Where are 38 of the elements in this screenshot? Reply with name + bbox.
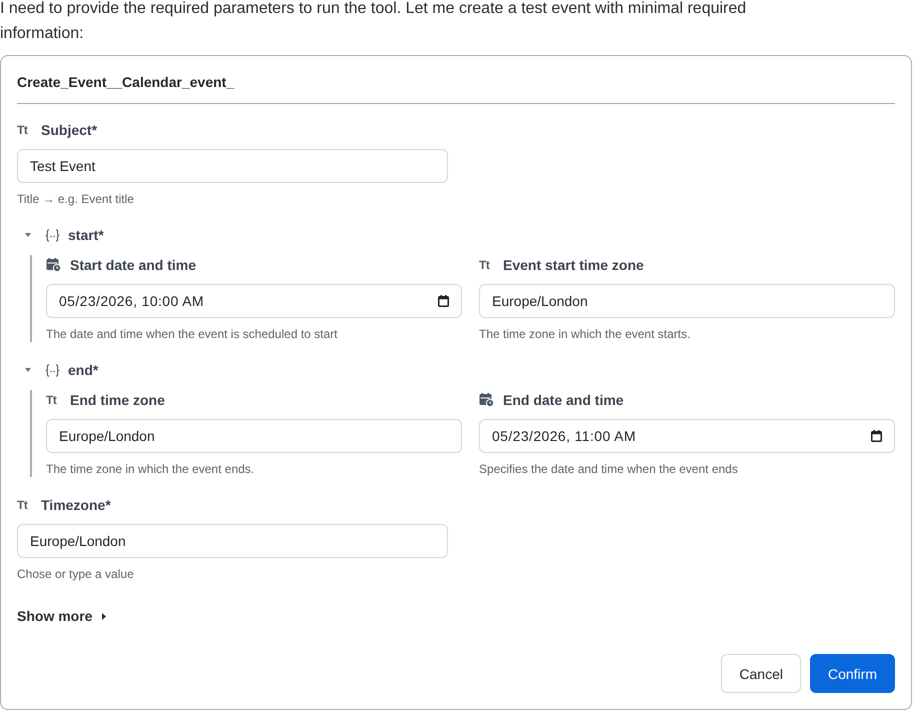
datetime-input[interactable]: 05/23/2026, 10:00 AM [46, 284, 462, 318]
field-label: Timezone* [41, 496, 111, 515]
text-input[interactable]: Europe/London [17, 524, 448, 558]
text-input[interactable]: Europe/London [479, 284, 895, 318]
caret-down-icon[interactable] [25, 368, 31, 372]
text-type-icon: Tt [479, 258, 494, 272]
field-label: Subject* [41, 121, 98, 140]
caret-right-icon[interactable] [102, 612, 106, 620]
field-label: End date and time [503, 391, 624, 410]
confirm-button[interactable]: Confirm [810, 654, 895, 693]
braces-icon [45, 364, 60, 376]
datetime-input[interactable]: 05/23/2026, 11:00 AM [479, 419, 895, 453]
text-type-icon: Tt [17, 498, 32, 512]
show-more-button[interactable]: Show more [17, 606, 92, 626]
field-label: Start date and time [70, 256, 196, 275]
cancel-button[interactable]: Cancel [721, 654, 801, 693]
field-label: End time zone [70, 391, 165, 410]
calendar-clock-icon [479, 393, 494, 407]
text-type-icon: Tt [17, 123, 32, 137]
braces-icon [45, 228, 60, 242]
field-hint: Specifies the date and time when the event ends [479, 461, 739, 477]
group-label: end* [68, 361, 98, 380]
field-hint: Title → e.g. Event title [17, 191, 135, 207]
intro-text: I need to provide the required parameters to run the tool. Let me create a test event with minimal required information: [0, 0, 748, 44]
text-input[interactable]: Europe/London [46, 419, 462, 453]
text-input[interactable]: Test Event [17, 149, 448, 183]
calendar-clock-icon [46, 258, 61, 272]
field-hint: The time zone in which the event starts. [479, 326, 692, 342]
form-title: Create_Event__Calendar_event_ [17, 72, 895, 104]
caret-down-icon[interactable] [25, 233, 31, 237]
text-type-icon: Tt [46, 393, 61, 407]
field-hint: The time zone in which the event ends. [46, 461, 256, 477]
field-hint: Chose or type a value [17, 566, 135, 582]
group-label: start* [68, 226, 104, 245]
field-label: Event start time zone [503, 256, 644, 275]
calendar-icon[interactable] [438, 295, 449, 307]
calendar-icon[interactable] [871, 430, 882, 442]
field-hint: The date and time when the event is scheduled to start [46, 326, 339, 342]
